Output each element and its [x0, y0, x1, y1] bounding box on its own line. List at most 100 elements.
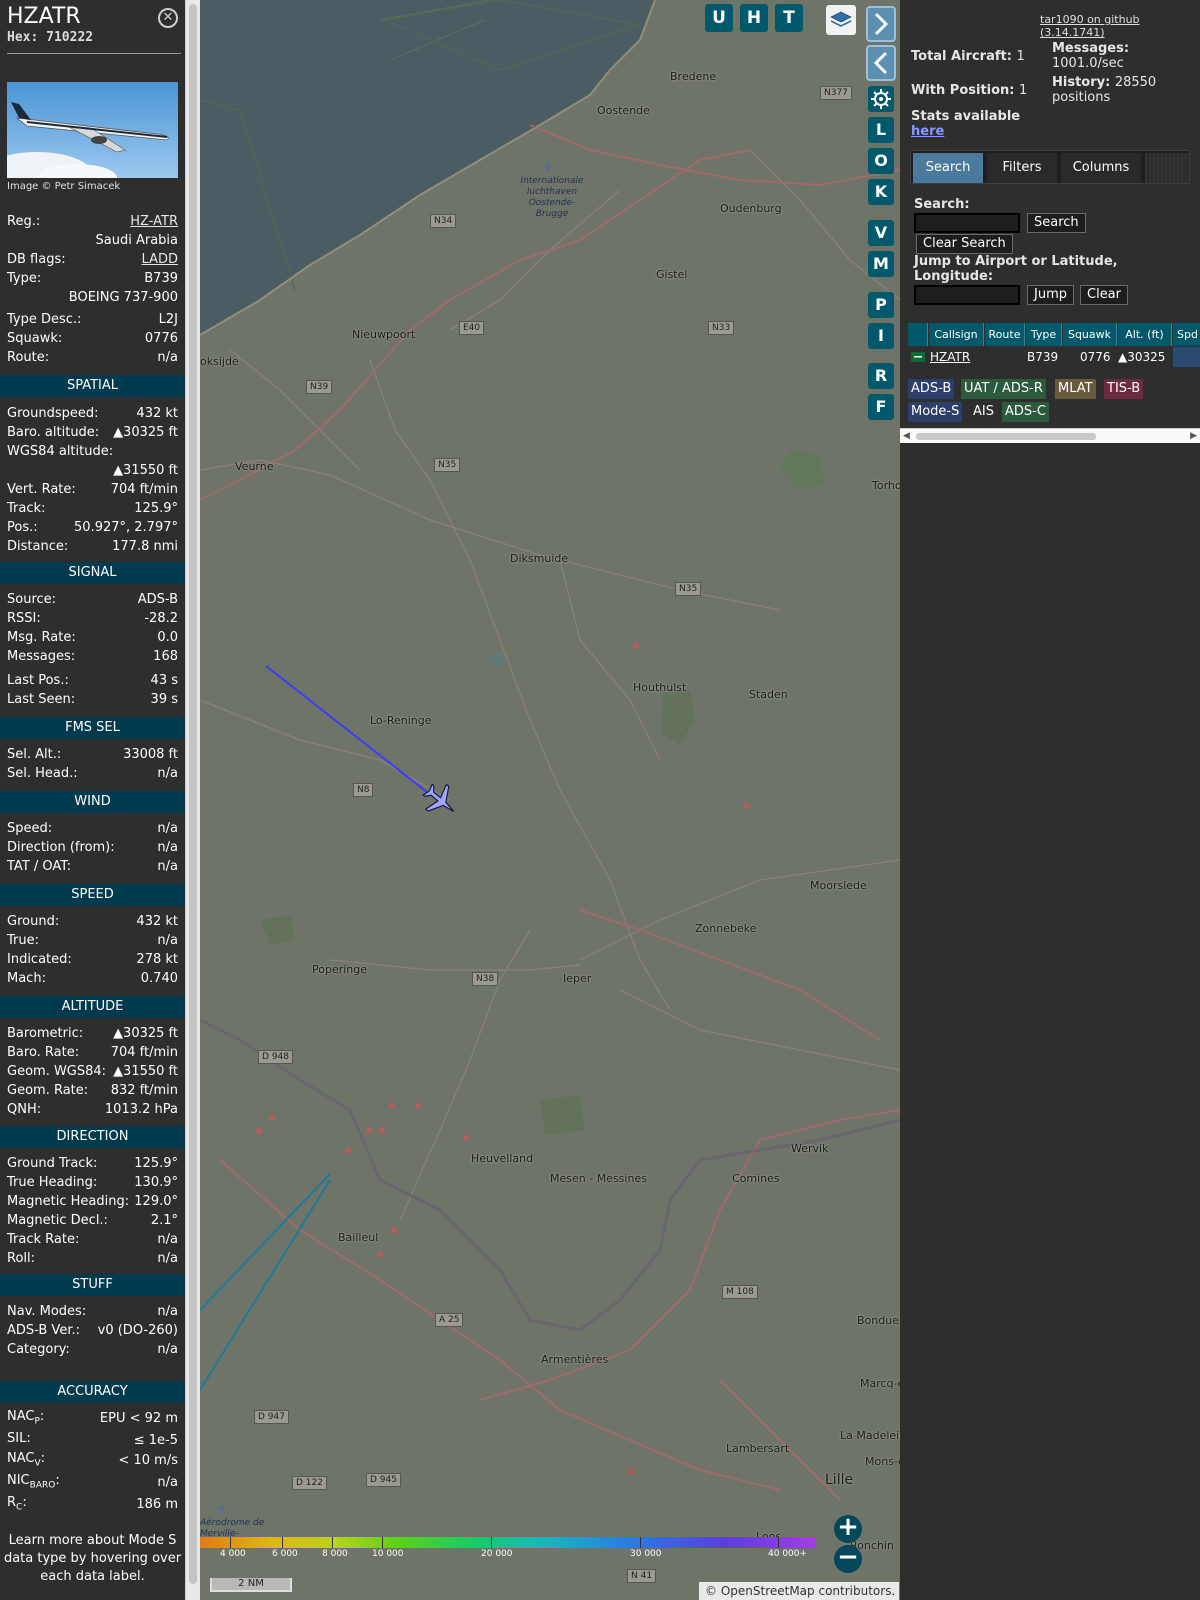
altitude-row: Baro. Rate: 704 ft/min: [7, 1043, 178, 1061]
direction-value: 130.9°: [134, 1174, 178, 1190]
altitude-value: 832 ft/min: [110, 1082, 178, 1098]
place-label: Marcq-en: [860, 1377, 900, 1390]
clear-search-button[interactable]: Clear Search: [916, 234, 1013, 254]
spatial-row: Track: 125.9°: [7, 499, 178, 517]
wind-label: TAT / OAT:: [7, 858, 72, 874]
toggle-f-button[interactable]: F: [868, 394, 894, 420]
speed-row: True: n/a: [7, 931, 178, 949]
total-aircraft-stat: Total Aircraft: 1: [911, 49, 1025, 64]
airport-label: Internationale luchthaven Oostende-Brugg…: [520, 176, 584, 219]
toggle-i-button[interactable]: I: [868, 323, 894, 349]
toggle-r-button[interactable]: R: [868, 363, 894, 389]
legend-tis-b: TIS-B: [1104, 379, 1144, 399]
signal-label: Messages:: [7, 648, 76, 664]
stats-label: Stats available: [911, 109, 1021, 124]
basic-row: Saudi Arabia: [7, 231, 179, 249]
place-label: Zonnebeke: [695, 922, 757, 935]
basic-value: n/a: [157, 349, 178, 365]
scroll-left-icon[interactable]: ◀: [903, 431, 910, 441]
signal-value: 168: [153, 648, 178, 664]
toggle-u-button[interactable]: U: [705, 4, 733, 32]
basic-row: Type: B739: [7, 269, 178, 287]
legend-ais: AIS: [970, 402, 997, 422]
road-label: N33: [708, 321, 735, 335]
scroll-right-icon[interactable]: ▶: [1190, 431, 1197, 441]
row-squawk: 0776: [1080, 350, 1111, 364]
spatial-label: Groundspeed:: [7, 405, 99, 421]
tab-columns[interactable]: Columns: [1061, 153, 1141, 183]
scrollbar-thumb[interactable]: [189, 4, 197, 1584]
tab-filters[interactable]: Filters: [987, 153, 1057, 183]
total-aircraft-label: Total Aircraft:: [911, 49, 1012, 64]
place-label: Oudenburg: [720, 202, 782, 215]
altitude-tick-mark: [332, 1537, 333, 1548]
expand-sidebar-button[interactable]: [866, 6, 896, 42]
row-callsign[interactable]: HZATR: [930, 347, 970, 367]
table-header-type[interactable]: Type: [1026, 323, 1062, 346]
github-link[interactable]: tar1090 on github (3.14.1741): [1040, 13, 1200, 39]
direction-label: Magnetic Heading:: [7, 1193, 130, 1209]
basic-value[interactable]: LADD: [142, 252, 178, 267]
toggle-t-button[interactable]: T: [775, 4, 803, 32]
place-label: Lambersart: [726, 1442, 790, 1455]
table-header-speed[interactable]: Spd: [1173, 323, 1200, 346]
toggle-v-button[interactable]: V: [868, 220, 894, 246]
collapse-sidebar-button[interactable]: [866, 45, 896, 81]
stuff-value: n/a: [157, 1303, 178, 1319]
basic-value[interactable]: HZ-ATR: [130, 214, 178, 229]
clear-button[interactable]: Clear: [1080, 285, 1128, 305]
settings-button[interactable]: [868, 86, 894, 112]
signal-label: RSSI:: [7, 610, 41, 626]
spatial-value: 704 ft/min: [110, 481, 178, 497]
table-horizontal-scrollbar[interactable]: ◀ ▶: [900, 428, 1200, 443]
road-label: N377: [820, 86, 852, 100]
spatial-row: Vert. Rate: 704 ft/min: [7, 480, 178, 498]
stats-link[interactable]: here: [911, 124, 1020, 139]
toggle-o-button[interactable]: O: [868, 148, 894, 174]
search-button[interactable]: Search: [1027, 213, 1086, 233]
spatial-label: Distance:: [7, 538, 69, 554]
map-attribution[interactable]: © OpenStreetMap contributors.: [699, 1582, 899, 1600]
table-header-altitude[interactable]: Alt. (ft): [1118, 323, 1172, 346]
accuracy-value: 186 m: [136, 1496, 178, 1512]
signal-row: Msg. Rate: 0.0: [7, 628, 178, 646]
tab-search[interactable]: Search: [913, 153, 983, 183]
place-label: Torho: [872, 479, 900, 492]
zoom-in-button[interactable]: +: [834, 1514, 862, 1543]
scrollbar-thumb[interactable]: [916, 433, 1096, 440]
layers-button[interactable]: [826, 5, 856, 35]
jump-input[interactable]: [914, 285, 1020, 305]
place-label: Oostende: [597, 104, 650, 117]
stats-available: Stats available here: [911, 109, 1020, 139]
aircraft-photo[interactable]: [7, 82, 178, 178]
table-header-callsign[interactable]: Callsign: [929, 323, 984, 346]
altitude-tick-mark: [491, 1537, 492, 1548]
gear-icon: [871, 89, 891, 109]
aircraft-header: HZATR Hex: 710222: [7, 4, 93, 45]
direction-row: True Heading: 130.9°: [7, 1173, 178, 1191]
toggle-m-button[interactable]: M: [868, 251, 894, 277]
signal-label: Msg. Rate:: [7, 629, 76, 645]
close-icon[interactable]: ✕: [158, 8, 178, 28]
table-header-squawk[interactable]: Squawk: [1063, 323, 1117, 346]
signal-row: Source: ADS-B: [7, 590, 178, 608]
jump-label: Jump to Airport or Latitude, Longitude:: [914, 254, 1118, 284]
zoom-out-button[interactable]: −: [834, 1544, 862, 1573]
toggle-l-button[interactable]: L: [868, 117, 894, 143]
toggle-h-button[interactable]: H: [740, 4, 768, 32]
search-input[interactable]: [914, 213, 1020, 233]
info-panel-scrollbar[interactable]: [185, 0, 200, 1600]
place-label: Lille: [825, 1472, 854, 1488]
place-label: Mesen - Messines: [550, 1172, 647, 1185]
jump-button[interactable]: Jump: [1027, 285, 1074, 305]
accuracy-label-text: NAC: [7, 1409, 35, 1425]
map[interactable]: ✈ ✈ Bredene Oostende Oudenburg Gistel Nieuwp…: [200, 0, 900, 1600]
accuracy-row: NICBARO: n/a: [7, 1473, 178, 1491]
section-signal: SIGNAL: [0, 562, 185, 584]
accuracy-label: SIL:: [7, 1431, 31, 1449]
toggle-p-button[interactable]: P: [868, 292, 894, 318]
toggle-k-button[interactable]: K: [868, 179, 894, 205]
wind-value: n/a: [157, 839, 178, 855]
aircraft-marker[interactable]: [417, 777, 464, 823]
table-header-route[interactable]: Route: [985, 323, 1025, 346]
